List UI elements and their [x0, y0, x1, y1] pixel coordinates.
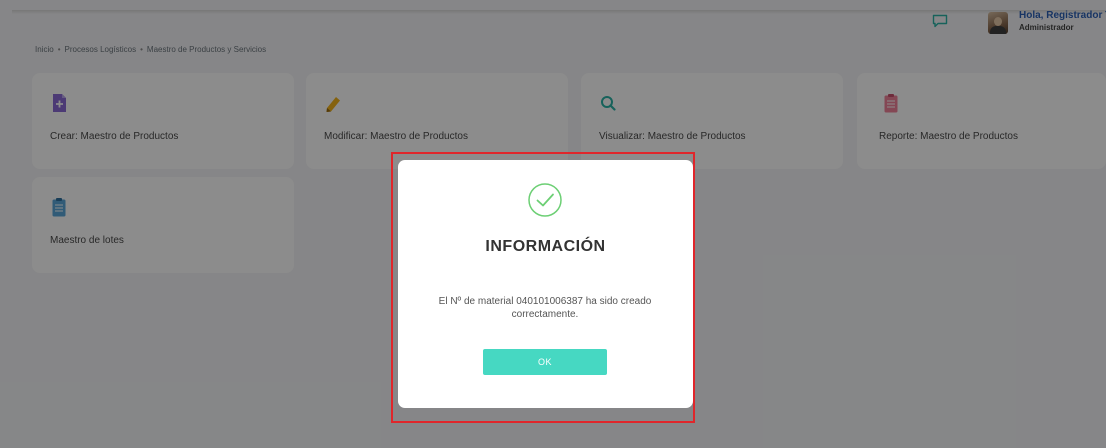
highlight-outline [391, 152, 695, 423]
